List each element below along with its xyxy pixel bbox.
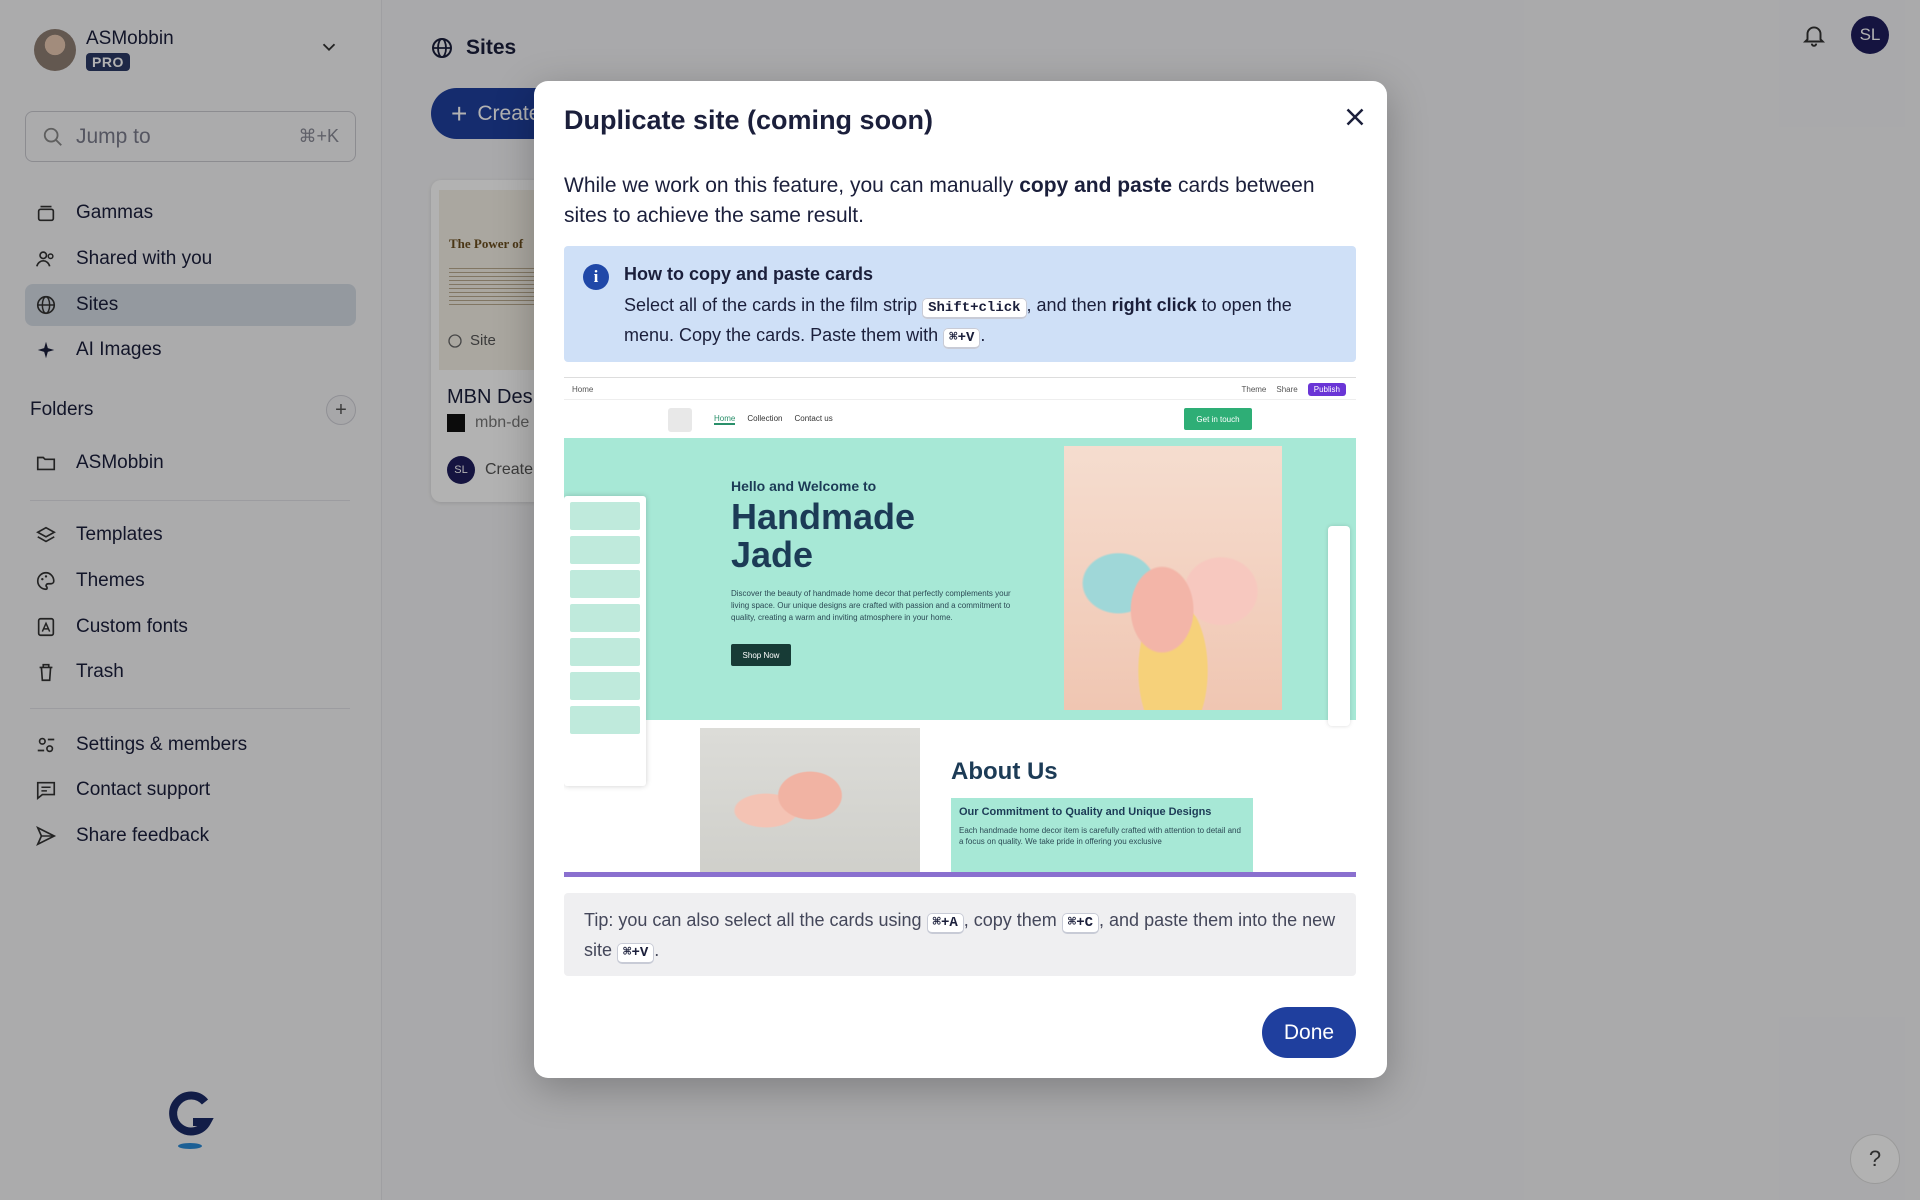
preview-publish: Publish xyxy=(1307,383,1346,396)
preview-shop-button: Shop Now xyxy=(731,644,791,666)
info-body: Select all of the cards in the film stri… xyxy=(624,292,1339,352)
preview-topbar: Home Theme Share Publish xyxy=(564,378,1356,400)
preview-hero: Hello and Welcome to Handmade Jade Disco… xyxy=(564,438,1356,720)
info-title: How to copy and paste cards xyxy=(624,264,874,284)
preview-theme: Theme xyxy=(1241,385,1267,394)
preview-mugs-photo xyxy=(1064,446,1282,710)
dialog-intro: While we work on this feature, you can m… xyxy=(564,171,1359,231)
kbd-shift-click: Shift+click xyxy=(922,298,1027,319)
preview-flower-photo xyxy=(700,728,920,877)
info-text: , and then xyxy=(1026,295,1112,315)
info-icon: i xyxy=(583,264,609,290)
tip-text: , copy them xyxy=(963,910,1062,930)
kbd-paste: ⌘+V xyxy=(943,328,981,349)
preview-nav-link: Contact us xyxy=(794,414,833,423)
done-button[interactable]: Done xyxy=(1262,1007,1356,1058)
duplicate-site-dialog: Duplicate site (coming soon) While we wo… xyxy=(534,81,1387,1078)
preview-film-strip xyxy=(564,496,646,786)
intro-bold: copy and paste xyxy=(1019,174,1173,197)
kbd-copy: ⌘+C xyxy=(1061,913,1100,934)
tutorial-screenshot: Home Theme Share Publish Home Collection… xyxy=(564,377,1356,877)
preview-nav-link: Collection xyxy=(747,414,783,423)
tip-text: . xyxy=(654,940,660,960)
info-callout: i How to copy and paste cards Select all… xyxy=(564,246,1356,362)
preview-nav-link: Home xyxy=(714,414,736,425)
tip-box: Tip: you can also select all the cards u… xyxy=(564,893,1356,976)
preview-box-text: Each handmade home decor item is careful… xyxy=(959,826,1241,846)
tip-text: Tip: you can also select all the cards u… xyxy=(584,910,927,930)
preview-breadcrumb: Home xyxy=(572,385,594,394)
preview-box-title: Our Commitment to Quality and Unique Des… xyxy=(959,806,1212,818)
close-icon[interactable] xyxy=(1340,102,1370,132)
info-text: . xyxy=(980,325,986,345)
preview-commitment-box: Our Commitment to Quality and Unique Des… xyxy=(951,798,1253,877)
intro-text: While we work on this feature, you can m… xyxy=(564,174,1020,197)
preview-share: Share xyxy=(1276,385,1298,394)
preview-logo xyxy=(668,408,692,432)
preview-about: About Us xyxy=(951,758,1058,785)
preview-bottom-bar xyxy=(564,872,1356,877)
dialog-title: Duplicate site (coming soon) xyxy=(564,105,934,135)
preview-toolbar xyxy=(1328,526,1350,726)
kbd-paste: ⌘+V xyxy=(617,943,655,964)
preview-hello: Hello and Welcome to xyxy=(731,478,877,494)
kbd-select-all: ⌘+A xyxy=(926,913,964,934)
preview-cta: Get in touch xyxy=(1184,408,1252,430)
info-text: Select all of the cards in the film stri… xyxy=(624,295,923,315)
preview-nav: Home Collection Contact us Get in touch xyxy=(564,400,1356,438)
preview-description: Discover the beauty of handmade home dec… xyxy=(731,589,1011,622)
preview-heading: Handmade Jade xyxy=(731,496,916,575)
info-bold: right click xyxy=(1111,295,1197,315)
